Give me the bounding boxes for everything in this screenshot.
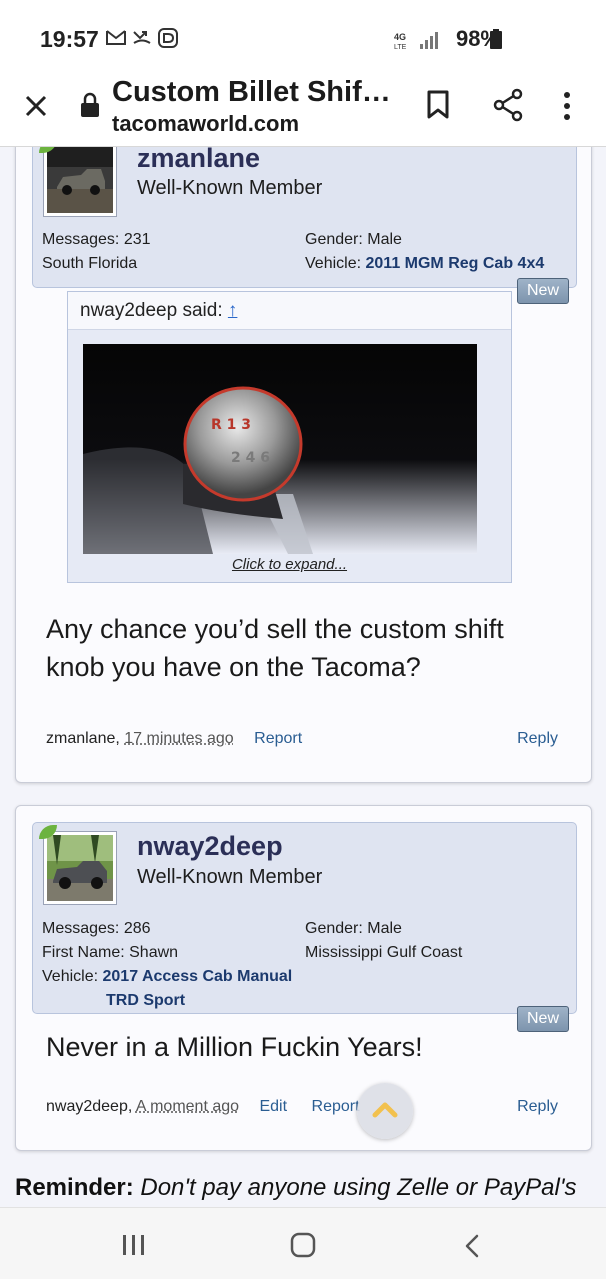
gender: Gender: Male [305,920,402,937]
recent-apps-icon[interactable] [122,1234,146,1256]
post-footer: nway2deep, A moment ago Edit Report Repl… [46,1098,558,1116]
quote-author: nway2deep said: ↑ [80,300,238,321]
system-nav-bar [0,1207,606,1279]
username[interactable]: zmanlane [137,147,260,174]
footer-author[interactable]: nway2deep, [46,1098,132,1115]
chevron-up-icon [372,1102,398,1118]
vehicle-link-line2[interactable]: TRD Sport [106,992,185,1009]
browser-toolbar: Custom Billet Shif… tacomaworld.com [0,72,606,147]
reminder-text: Don't pay anyone using Zelle or PayPal's [140,1174,577,1201]
page-domain: tacomaworld.com [112,111,300,136]
vehicle: Vehicle: 2017 Access Cab Manual [42,968,293,985]
page-title: Custom Billet Shif… [112,76,391,108]
avatar-image [47,835,113,901]
user-info-box: zmanlane Well-Known Member Messages: 231… [32,147,577,288]
quote-block: nway2deep said: ↑ R 1 3 2 4 6 Click to e… [67,291,512,583]
report-link[interactable]: Report [312,1098,360,1115]
user-title: Well-Known Member [137,177,323,199]
gmail-icon [106,30,126,45]
post-time[interactable]: 17 minutes ago [124,730,233,747]
click-to-expand-link[interactable]: Click to expand... [68,556,511,573]
more-options-icon[interactable] [562,90,572,122]
username[interactable]: nway2deep [137,831,283,862]
home-icon[interactable] [290,1232,316,1258]
reply-link[interactable]: Reply [517,730,558,748]
post-message: Never in a Million Fuckin Years! [46,1032,423,1062]
user-info-box: nway2deep Well-Known Member Messages: 28… [32,822,577,1014]
gender: Gender: Male [305,231,402,248]
bookmark-icon[interactable] [424,89,452,121]
footer-author[interactable]: zmanlane, [46,730,120,747]
battery-icon [490,29,502,49]
close-icon[interactable] [20,90,52,122]
svg-text:R 1 3: R 1 3 [211,417,251,433]
lock-icon [81,92,99,117]
location: South Florida [42,255,138,272]
svg-text:2 4 6: 2 4 6 [231,450,270,466]
post-time[interactable]: A moment ago [136,1098,239,1115]
user-title: Well-Known Member [137,866,323,888]
back-icon[interactable] [463,1234,481,1258]
app-notification-icon [158,28,178,48]
shift-knob-image[interactable]: R 1 3 2 4 6 [83,344,477,554]
reminder-label: Reminder: [15,1174,134,1201]
reply-link[interactable]: Reply [517,1098,558,1116]
svg-text:LTE: LTE [394,44,407,50]
messages-count: Messages: 286 [42,920,151,937]
post-footer: zmanlane, 17 minutes ago Report Reply [46,730,558,748]
post-zmanlane: zmanlane Well-Known Member Messages: 231… [15,147,592,783]
jump-to-quote-icon[interactable]: ↑ [228,300,238,321]
location: Mississippi Gulf Coast [305,944,463,961]
share-icon[interactable] [492,88,524,122]
vehicle: Vehicle: 2011 MGM Reg Cab 4x4 [305,255,545,272]
edit-link[interactable]: Edit [259,1098,287,1115]
thread-content[interactable]: zmanlane Well-Known Member Messages: 231… [0,147,606,1207]
report-link[interactable]: Report [254,730,302,747]
reminder-notice: Reminder: Don't pay anyone using Zelle o… [15,1174,576,1202]
vehicle-link[interactable]: 2011 MGM Reg Cab 4x4 [366,255,545,272]
svg-text:4G: 4G [394,32,406,42]
avatar[interactable] [43,831,117,905]
vehicle-continued: TRD Sport [106,992,185,1010]
post-message: Any chance you’d sell the custom shift k… [46,614,504,682]
signal-icon: 4G LTE [394,30,440,55]
new-badge: New [517,278,569,304]
quote-header: nway2deep said: ↑ [68,292,511,330]
status-bar: 19:57 4G LTE 98% [0,0,606,72]
messages-count: Messages: 231 [42,231,151,248]
post-nway2deep: nway2deep Well-Known Member Messages: 28… [15,805,592,1151]
avatar[interactable] [43,147,117,217]
avatar-image [47,147,113,213]
vehicle-link[interactable]: 2017 Access Cab Manual [103,968,293,985]
scroll-to-top-button[interactable] [357,1083,413,1139]
status-time: 19:57 [40,26,99,52]
missed-call-icon [133,31,151,44]
first-name: First Name: Shawn [42,944,179,961]
notification-icons [106,28,178,48]
